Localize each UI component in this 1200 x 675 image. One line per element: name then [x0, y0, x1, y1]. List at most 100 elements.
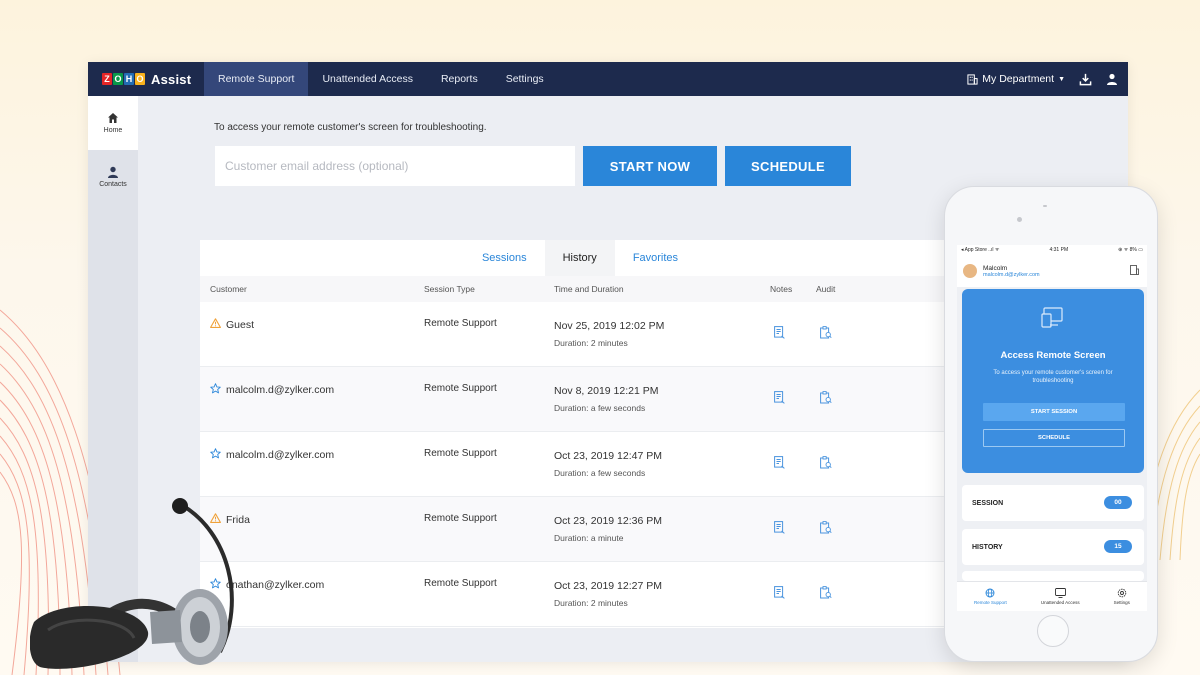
- department-label: My Department: [982, 73, 1055, 85]
- column-header-customer: Customer: [210, 284, 247, 294]
- session-type: Remote Support: [424, 578, 497, 589]
- phone-schedule-button[interactable]: SCHEDULE: [983, 429, 1125, 447]
- column-header-notes: Notes: [770, 284, 793, 294]
- phone-screen: ◂ App Store ..ıl ᯤ 4:31 PM ⊕ ᯤ 8% ▭ Malc…: [957, 245, 1147, 611]
- launcher-intro-text: To access your remote customer's screen …: [214, 122, 487, 133]
- zoho-assist-logo[interactable]: Z O H O Assist: [88, 62, 204, 96]
- tab-history[interactable]: History: [544, 240, 615, 276]
- department-selector[interactable]: My Department ▼: [967, 73, 1065, 85]
- gear-icon: [1117, 588, 1127, 598]
- session-duration: Duration: a few seconds: [554, 468, 646, 478]
- notes-icon[interactable]: [774, 586, 785, 604]
- download-icon[interactable]: [1079, 73, 1092, 86]
- nav-remote-support[interactable]: Remote Support: [204, 62, 309, 96]
- phone-tab-label: Settings: [1113, 600, 1130, 605]
- session-stat-card[interactable]: SESSION 00: [962, 485, 1144, 521]
- phone-profile-bar: Malcolm malcolm.d@zylker.com: [957, 255, 1147, 287]
- session-time: Oct 23, 2019 12:36 PM: [554, 515, 662, 527]
- home-icon: [108, 113, 118, 123]
- logo-letter: Z: [102, 73, 112, 85]
- user-icon[interactable]: [1106, 73, 1118, 85]
- customer-name: malcolm.d@zylker.com: [226, 384, 335, 396]
- session-type: Remote Support: [424, 448, 497, 459]
- column-header-audit: Audit: [816, 284, 836, 294]
- schedule-button[interactable]: SCHEDULE: [725, 146, 851, 186]
- table-row[interactable]: Guest Remote Support Nov 25, 2019 12:02 …: [200, 302, 960, 367]
- logo-letter: O: [113, 73, 123, 85]
- phone-bottom-tabs: Remote Support Unattended Access Setting…: [957, 581, 1147, 611]
- session-duration: Duration: 2 minutes: [554, 598, 628, 608]
- nav-settings[interactable]: Settings: [492, 62, 558, 96]
- nav-unattended-access[interactable]: Unattended Access: [308, 62, 426, 96]
- phone-speaker: [1043, 205, 1047, 207]
- mobile-phone-mockup: ◂ App Store ..ıl ᯤ 4:31 PM ⊕ ᯤ 8% ▭ Malc…: [944, 186, 1158, 662]
- sidebar-item-label: Contacts: [99, 181, 127, 188]
- audit-icon[interactable]: [820, 586, 832, 604]
- table-row[interactable]: onathan@zylker.com Remote Support Oct 23…: [200, 562, 960, 627]
- customer-cell: malcolm.d@zylker.com: [210, 448, 334, 462]
- audit-icon[interactable]: [820, 391, 832, 409]
- building-icon[interactable]: [1130, 265, 1139, 275]
- person-icon: [108, 166, 118, 178]
- notes-icon[interactable]: [774, 521, 785, 539]
- history-stat-card[interactable]: HISTORY 15: [962, 529, 1144, 565]
- notes-icon[interactable]: [774, 456, 785, 474]
- top-navbar: Z O H O Assist Remote Support Unattended…: [88, 62, 1128, 96]
- building-icon: [967, 73, 978, 85]
- status-time: 4:31 PM: [1049, 247, 1069, 253]
- table-row[interactable]: Frida Remote Support Oct 23, 2019 12:36 …: [200, 497, 960, 562]
- phone-tab-label: Unattended Access: [1040, 600, 1080, 605]
- session-time: Oct 23, 2019 12:47 PM: [554, 450, 662, 462]
- sidebar-item-contacts[interactable]: Contacts: [88, 150, 138, 204]
- phone-tab-unattended-access[interactable]: Unattended Access: [1041, 588, 1080, 605]
- access-remote-screen-card: Access Remote Screen To access your remo…: [962, 289, 1144, 473]
- star-icon[interactable]: [210, 383, 221, 397]
- status-battery: ⊕ ᯤ 8% ▭: [1118, 247, 1143, 253]
- profile-name: Malcolm: [983, 264, 1008, 272]
- nav-reports[interactable]: Reports: [427, 62, 492, 96]
- table-row[interactable]: malcolm.d@zylker.com Remote Support Oct …: [200, 432, 960, 497]
- session-type: Remote Support: [424, 383, 497, 394]
- customer-name: malcolm.d@zylker.com: [226, 449, 335, 461]
- tab-sessions[interactable]: Sessions: [464, 240, 545, 276]
- notes-icon[interactable]: [774, 391, 785, 409]
- column-header-time: Time and Duration: [554, 284, 624, 294]
- warning-icon: [210, 318, 221, 331]
- table-row[interactable]: malcolm.d@zylker.com Remote Support Nov …: [200, 367, 960, 432]
- start-session-button[interactable]: START SESSION: [983, 403, 1125, 421]
- history-label: HISTORY: [972, 543, 1003, 551]
- session-duration: Duration: a few seconds: [554, 403, 646, 413]
- sidebar-item-label: Home: [103, 127, 123, 134]
- phone-camera: [1017, 217, 1022, 222]
- sidebar-item-home[interactable]: Home: [88, 96, 138, 150]
- history-count-badge: 15: [1104, 540, 1132, 553]
- phone-home-button: [1037, 615, 1069, 647]
- card-description: To access your remote customer's screen …: [993, 370, 1113, 384]
- phone-tab-settings[interactable]: Settings: [1114, 588, 1130, 605]
- customer-email-input[interactable]: [215, 146, 575, 186]
- sessions-panel: Sessions History Favorites Customer Sess…: [200, 240, 960, 628]
- notes-icon[interactable]: [774, 326, 785, 344]
- audit-icon[interactable]: [820, 521, 832, 539]
- avatar[interactable]: [963, 264, 977, 278]
- profile-email: malcolm.d@zylker.com: [983, 271, 1040, 278]
- phone-status-bar: ◂ App Store ..ıl ᯤ 4:31 PM ⊕ ᯤ 8% ▭: [957, 245, 1147, 255]
- session-type: Remote Support: [424, 318, 497, 329]
- audit-icon[interactable]: [820, 456, 832, 474]
- session-count-badge: 00: [1104, 496, 1132, 509]
- session-tabs: Sessions History Favorites: [200, 240, 960, 276]
- customer-cell: Guest: [210, 318, 254, 331]
- star-icon[interactable]: [210, 448, 221, 462]
- session-duration: Duration: a minute: [554, 533, 624, 543]
- zoho-logo-mark: Z O H O: [102, 73, 145, 85]
- phone-tab-label: Remote Support: [974, 600, 1007, 605]
- start-now-button[interactable]: START NOW: [583, 146, 717, 186]
- logo-letter: O: [135, 73, 145, 85]
- logo-letter: H: [124, 73, 134, 85]
- status-carrier: ◂ App Store ..ıl ᯤ: [961, 247, 1000, 253]
- chevron-down-icon: ▼: [1058, 75, 1065, 83]
- phone-tab-remote-support[interactable]: Remote Support: [974, 588, 1007, 605]
- tab-favorites[interactable]: Favorites: [615, 240, 696, 276]
- session-label: SESSION: [972, 499, 1004, 507]
- audit-icon[interactable]: [820, 326, 832, 344]
